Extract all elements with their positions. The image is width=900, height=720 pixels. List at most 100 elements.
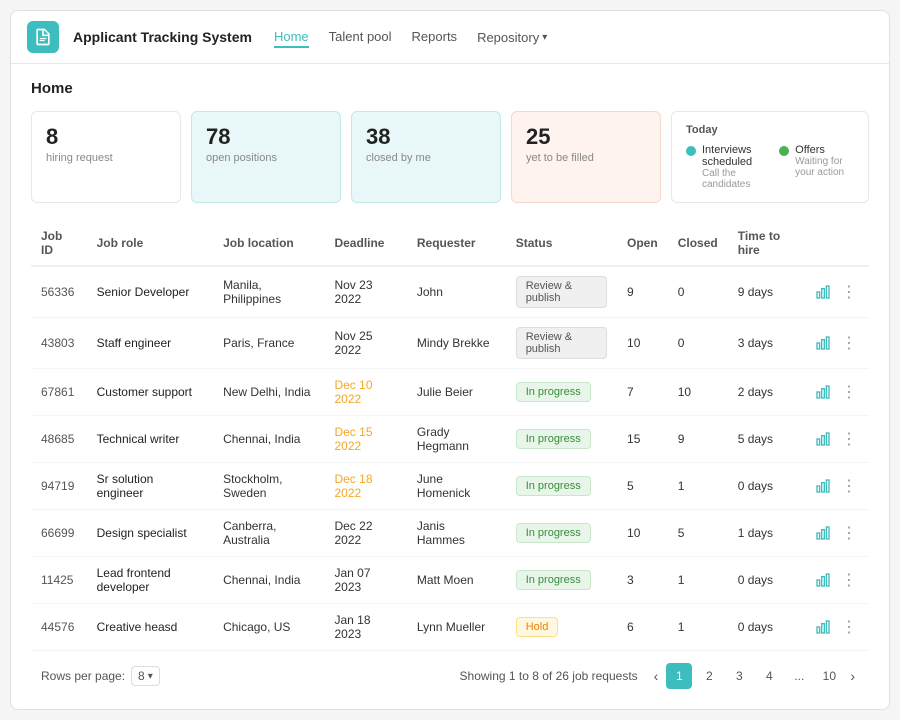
stats-row: 8 hiring request 78 open positions 38 cl…: [31, 111, 869, 203]
cell-requester: Grady Hegmann: [407, 416, 506, 463]
page-4-button[interactable]: 4: [756, 663, 782, 689]
page-1-button[interactable]: 1: [666, 663, 692, 689]
today-interviews-label: Interviews scheduled: [702, 144, 763, 168]
chart-icon-button[interactable]: [813, 617, 833, 637]
cell-deadline: Jan 07 2023: [324, 557, 406, 604]
cell-closed: 0: [668, 266, 728, 318]
cell-deadline: Nov 23 2022: [324, 266, 406, 318]
more-options-button[interactable]: ⋮: [839, 474, 859, 498]
cell-closed: 1: [668, 463, 728, 510]
stat-label-yet: yet to be filled: [526, 152, 646, 164]
next-page-button[interactable]: ›: [846, 666, 859, 686]
page-3-button[interactable]: 3: [726, 663, 752, 689]
more-options-button[interactable]: ⋮: [839, 521, 859, 545]
chevron-down-icon: ▾: [542, 32, 547, 43]
page-ellipsis: ...: [786, 663, 812, 689]
app-title: Applicant Tracking System: [73, 29, 252, 45]
table-row: 66699 Design specialist Canberra, Austra…: [31, 510, 869, 557]
cell-closed: 9: [668, 416, 728, 463]
nav-repository[interactable]: Repository ▾: [477, 27, 547, 48]
cell-jobid: 48685: [31, 416, 87, 463]
col-header-open: Open: [617, 221, 668, 266]
cell-location: Chennai, India: [213, 416, 324, 463]
nav-home[interactable]: Home: [274, 27, 309, 48]
page-10-button[interactable]: 10: [816, 663, 842, 689]
stat-label-closed: closed by me: [366, 152, 486, 164]
main-nav: Home Talent pool Reports Repository ▾: [274, 27, 547, 48]
chart-icon-button[interactable]: [813, 282, 833, 302]
today-offers-sub: Waiting for your action: [795, 156, 854, 178]
today-items: Interviews scheduled Call the candidates…: [686, 144, 854, 190]
cell-time: 5 days: [728, 416, 803, 463]
main-content: Home 8 hiring request 78 open positions …: [11, 64, 889, 709]
rows-label: Rows per page:: [41, 669, 125, 683]
cell-status: In progress: [506, 416, 617, 463]
prev-page-button[interactable]: ‹: [650, 666, 663, 686]
nav-reports[interactable]: Reports: [412, 27, 458, 48]
blue-dot-icon: [686, 146, 696, 156]
cell-actions: ⋮: [803, 318, 869, 369]
nav-talent-pool[interactable]: Talent pool: [329, 27, 392, 48]
more-options-button[interactable]: ⋮: [839, 568, 859, 592]
cell-time: 9 days: [728, 266, 803, 318]
table-row: 44576 Creative heasd Chicago, US Jan 18 …: [31, 604, 869, 651]
col-header-role: Job role: [87, 221, 213, 266]
more-options-button[interactable]: ⋮: [839, 615, 859, 639]
cell-time: 0 days: [728, 557, 803, 604]
cell-jobid: 11425: [31, 557, 87, 604]
cell-role: Sr solution engineer: [87, 463, 213, 510]
cell-jobid: 67861: [31, 369, 87, 416]
cell-open: 3: [617, 557, 668, 604]
chart-icon-button[interactable]: [813, 523, 833, 543]
cell-closed: 1: [668, 557, 728, 604]
rows-select[interactable]: 8 ▾: [131, 666, 160, 686]
cell-requester: Janis Hammes: [407, 510, 506, 557]
cell-location: Paris, France: [213, 318, 324, 369]
stat-number-closed: 38: [366, 124, 486, 150]
app-container: Applicant Tracking System Home Talent po…: [10, 10, 890, 710]
cell-jobid: 43803: [31, 318, 87, 369]
more-options-button[interactable]: ⋮: [839, 427, 859, 451]
today-item-offers: Offers Waiting for your action: [779, 144, 854, 190]
cell-role: Customer support: [87, 369, 213, 416]
chart-icon-button[interactable]: [813, 382, 833, 402]
more-options-button[interactable]: ⋮: [839, 280, 859, 304]
cell-actions: ⋮: [803, 369, 869, 416]
today-offers-label: Offers: [795, 144, 854, 156]
chart-icon-button[interactable]: [813, 333, 833, 353]
table-row: 67861 Customer support New Delhi, India …: [31, 369, 869, 416]
showing-text: Showing 1 to 8 of 26 job requests: [460, 669, 638, 683]
chart-icon-button[interactable]: [813, 476, 833, 496]
app-logo-icon: [33, 27, 53, 47]
cell-deadline: Dec 15 2022: [324, 416, 406, 463]
cell-role: Lead frontend developer: [87, 557, 213, 604]
more-options-button[interactable]: ⋮: [839, 331, 859, 355]
cell-deadline: Nov 25 2022: [324, 318, 406, 369]
page-2-button[interactable]: 2: [696, 663, 722, 689]
stat-card-yet: 25 yet to be filled: [511, 111, 661, 203]
table-row: 43803 Staff engineer Paris, France Nov 2…: [31, 318, 869, 369]
more-options-button[interactable]: ⋮: [839, 380, 859, 404]
app-icon: [27, 21, 59, 53]
cell-open: 9: [617, 266, 668, 318]
stat-label-open: open positions: [206, 152, 326, 164]
cell-time: 0 days: [728, 463, 803, 510]
col-header-time: Time to hire: [728, 221, 803, 266]
cell-open: 6: [617, 604, 668, 651]
cell-closed: 10: [668, 369, 728, 416]
stat-number-open: 78: [206, 124, 326, 150]
today-card: Today Interviews scheduled Call the cand…: [671, 111, 869, 203]
cell-role: Creative heasd: [87, 604, 213, 651]
cell-deadline: Dec 18 2022: [324, 463, 406, 510]
table-header-row: Job ID Job role Job location Deadline Re…: [31, 221, 869, 266]
chart-icon-button[interactable]: [813, 429, 833, 449]
stat-number-hiring: 8: [46, 124, 166, 150]
cell-time: 2 days: [728, 369, 803, 416]
table-row: 48685 Technical writer Chennai, India De…: [31, 416, 869, 463]
cell-deadline: Dec 10 2022: [324, 369, 406, 416]
chart-icon-button[interactable]: [813, 570, 833, 590]
page-numbers: ‹ 1 2 3 4 ... 10 ›: [650, 663, 859, 689]
cell-location: Stockholm, Sweden: [213, 463, 324, 510]
cell-status: Review & publish: [506, 266, 617, 318]
cell-open: 5: [617, 463, 668, 510]
